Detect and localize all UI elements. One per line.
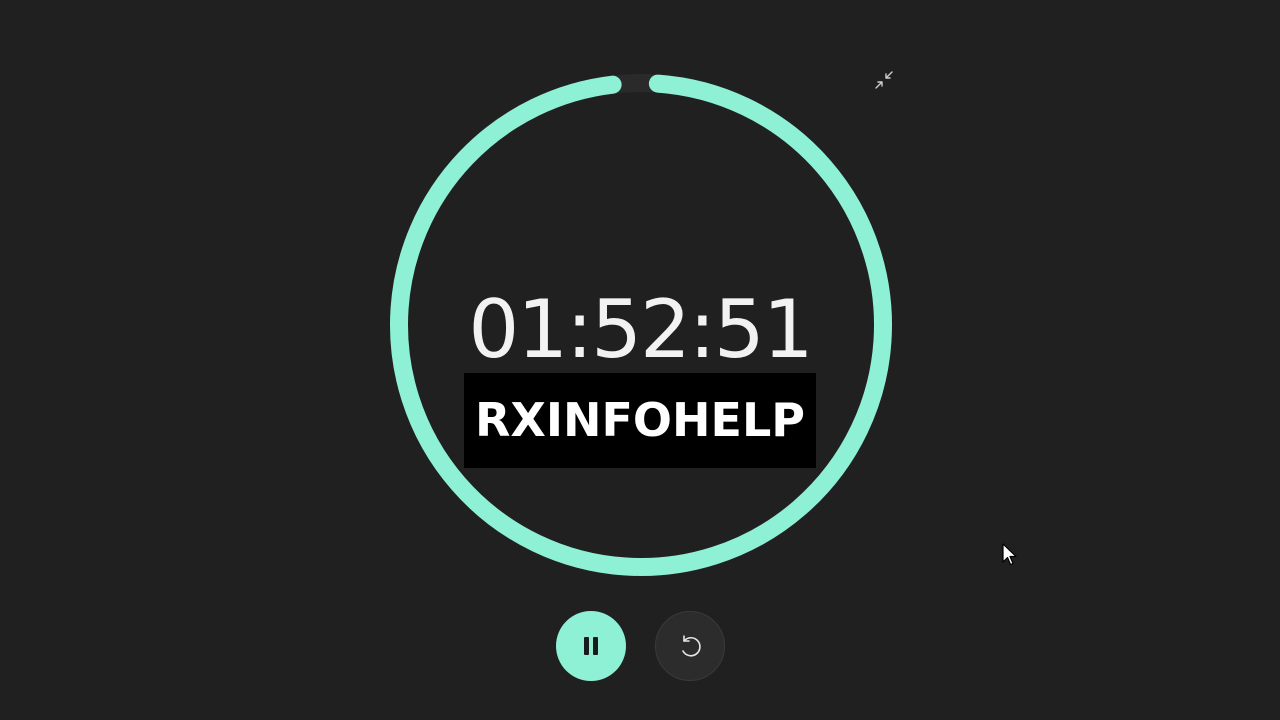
pause-icon [584, 637, 598, 655]
pause-button[interactable] [556, 611, 626, 681]
collapse-icon [875, 71, 893, 89]
timer-window: 01:52:51 RXINFOHELP [0, 0, 1280, 720]
watermark-label: RXINFOHELP [464, 373, 816, 468]
mouse-pointer-icon [1002, 543, 1020, 567]
timer-display: 01:52:51 [468, 283, 813, 376]
collapse-button[interactable] [872, 68, 896, 92]
reset-button[interactable] [655, 611, 725, 681]
reset-icon [682, 635, 701, 657]
